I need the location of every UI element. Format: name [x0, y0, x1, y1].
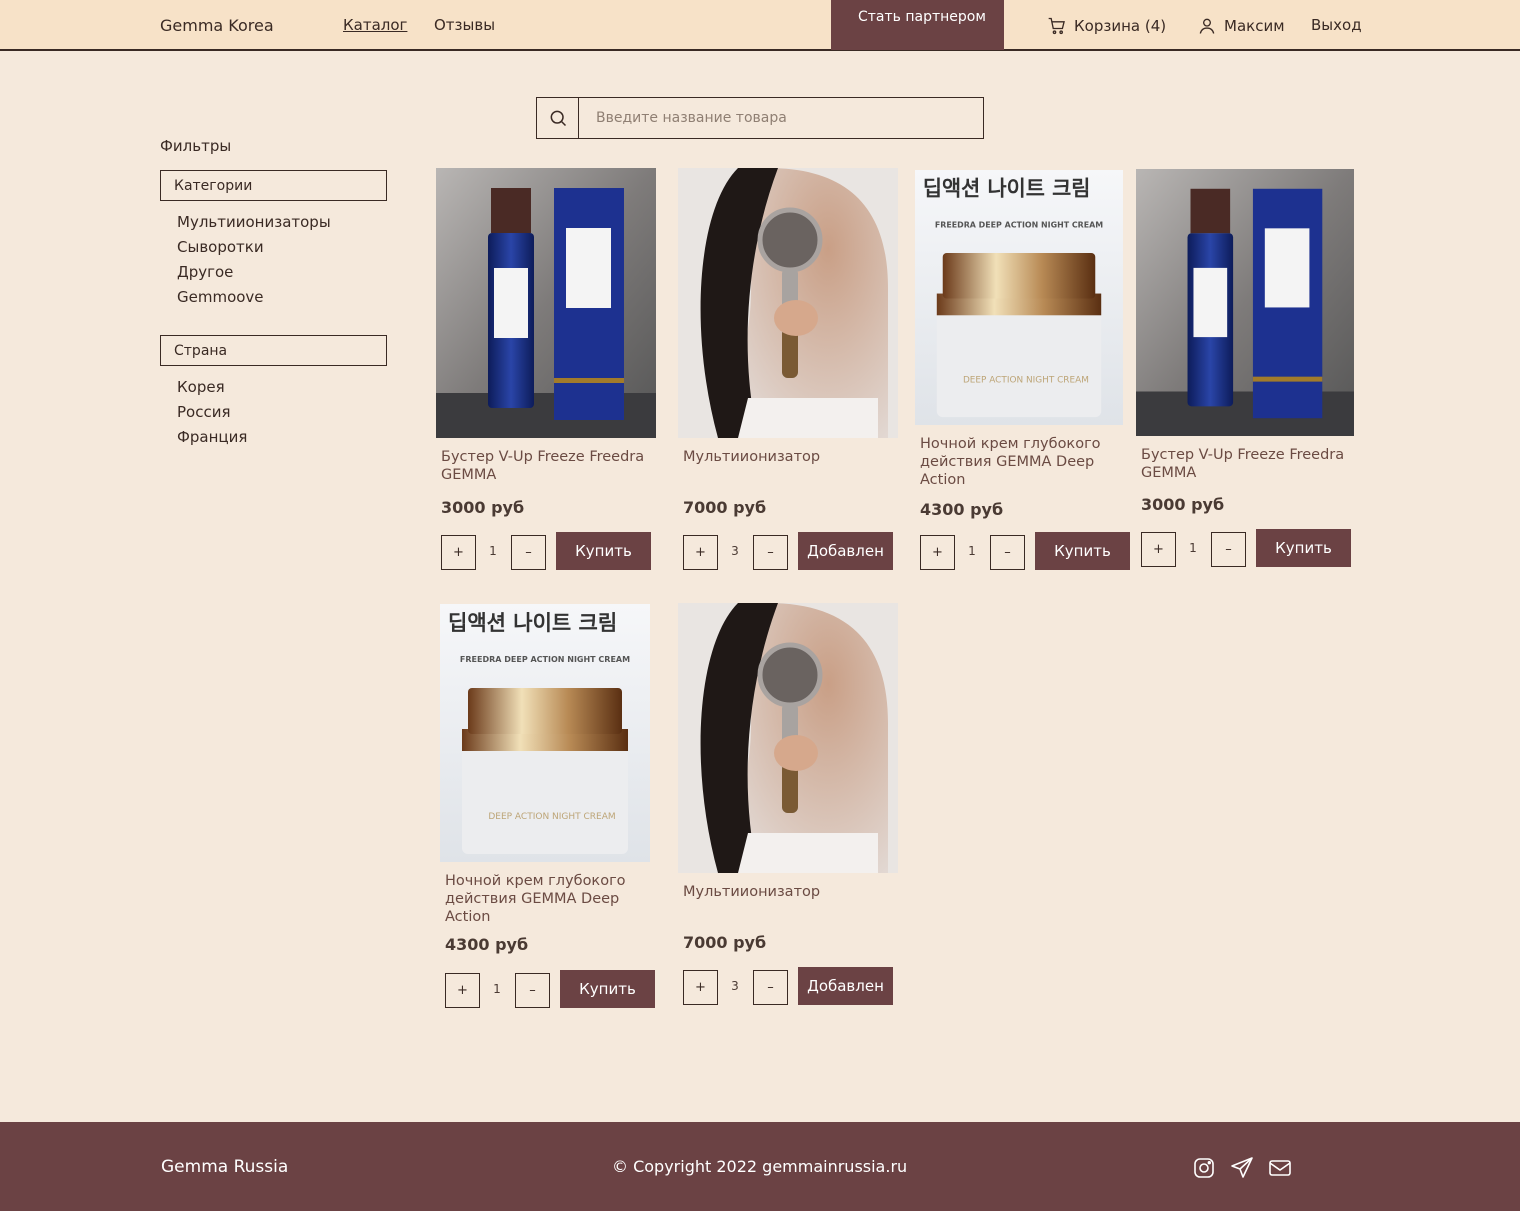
product-image[interactable]	[436, 168, 656, 438]
social-icons	[1192, 1156, 1292, 1180]
category-item[interactable]: Сыворотки	[177, 235, 331, 260]
user-name: Максим	[1224, 17, 1285, 35]
nav-reviews[interactable]: Отзывы	[434, 16, 495, 34]
site-header: Gemma Korea Каталог Отзывы Стать партнер…	[0, 0, 1520, 51]
product-image[interactable]	[678, 168, 898, 438]
quantity-value: 1	[968, 544, 976, 558]
product-price: 3000 руб	[1141, 495, 1225, 514]
increase-quantity-button[interactable]: +	[445, 973, 480, 1008]
buy-button[interactable]: Купить	[1035, 532, 1130, 570]
svg-text:DEEP ACTION NIGHT CREAM: DEEP ACTION NIGHT CREAM	[488, 812, 615, 822]
country-filter[interactable]: Страна	[160, 335, 387, 366]
product-image[interactable]	[1136, 169, 1354, 436]
product-card: 딥액션 나이트 크림 FREEDRA DEEP ACTION NIGHT CRE…	[440, 604, 655, 1014]
quantity-value: 1	[489, 544, 497, 558]
telegram-icon[interactable]	[1230, 1156, 1254, 1180]
category-item[interactable]: Gemmoove	[177, 285, 331, 310]
buy-button[interactable]: Добавлен	[798, 532, 893, 570]
quantity-value: 1	[493, 982, 501, 996]
product-price: 7000 руб	[683, 498, 767, 517]
product-card: Бустер V-Up Freeze Freedra GEMMA 3000 руб…	[1136, 169, 1354, 579]
categories-filter[interactable]: Категории	[160, 170, 387, 201]
user-link[interactable]: Максим	[1197, 16, 1285, 36]
decrease-quantity-button[interactable]: –	[511, 535, 546, 570]
country-list: Корея Россия Франция	[177, 375, 247, 450]
product-image[interactable]	[678, 603, 898, 873]
footer-brand: Gemma Russia	[161, 1157, 289, 1177]
increase-quantity-button[interactable]: +	[920, 535, 955, 570]
decrease-quantity-button[interactable]: –	[753, 535, 788, 570]
categories-list: Мультиионизаторы Сыворотки Другое Gemmoo…	[177, 210, 331, 310]
product-image[interactable]: 딥액션 나이트 크림 FREEDRA DEEP ACTION NIGHT CRE…	[440, 604, 650, 862]
instagram-icon[interactable]	[1192, 1156, 1216, 1180]
product-price: 7000 руб	[683, 933, 767, 952]
quantity-controls: +3– Добавлен	[683, 967, 893, 1005]
become-partner-button[interactable]: Стать партнером	[831, 0, 1004, 50]
svg-text:딥액션 나이트 크림: 딥액션 나이트 크림	[923, 177, 1090, 201]
increase-quantity-button[interactable]: +	[683, 970, 718, 1005]
nav-catalog[interactable]: Каталог	[343, 16, 407, 34]
search-icon[interactable]	[537, 98, 579, 138]
product-price: 4300 руб	[920, 500, 1004, 519]
decrease-quantity-button[interactable]: –	[515, 973, 550, 1008]
product-price: 4300 руб	[445, 935, 529, 954]
category-item[interactable]: Другое	[177, 260, 331, 285]
country-item[interactable]: Франция	[177, 425, 247, 450]
logout-link[interactable]: Выход	[1311, 16, 1362, 34]
cart-link[interactable]: Корзина (4)	[1047, 16, 1166, 36]
product-name[interactable]: Мультиионизатор	[683, 448, 893, 484]
buy-button[interactable]: Купить	[560, 970, 655, 1008]
decrease-quantity-button[interactable]: –	[1211, 532, 1246, 567]
search-input[interactable]	[579, 98, 983, 138]
product-name[interactable]: Бустер V-Up Freeze Freedra GEMMA	[1141, 446, 1349, 482]
quantity-controls: +1– Купить	[445, 970, 655, 1008]
product-name[interactable]: Бустер V-Up Freeze Freedra GEMMA	[441, 448, 651, 484]
quantity-controls: +3– Добавлен	[683, 532, 893, 570]
decrease-quantity-button[interactable]: –	[753, 970, 788, 1005]
country-item[interactable]: Россия	[177, 400, 247, 425]
cart-icon	[1048, 17, 1065, 35]
filters-title: Фильтры	[160, 137, 232, 155]
increase-quantity-button[interactable]: +	[683, 535, 718, 570]
increase-quantity-button[interactable]: +	[1141, 532, 1176, 567]
footer-copyright: © Copyright 2022 gemmainrussia.ru	[612, 1157, 908, 1176]
product-name[interactable]: Мультиионизатор	[683, 883, 893, 919]
quantity-controls: +1– Купить	[1141, 529, 1351, 567]
increase-quantity-button[interactable]: +	[441, 535, 476, 570]
svg-text:FREEDRA DEEP ACTION NIGHT CREA: FREEDRA DEEP ACTION NIGHT CREAM	[460, 655, 630, 664]
product-name[interactable]: Ночной крем глубокого действия GEMMA Dee…	[445, 872, 650, 925]
product-card: 딥액션 나이트 크림 FREEDRA DEEP ACTION NIGHT CRE…	[915, 170, 1130, 580]
cart-label: Корзина (4)	[1074, 17, 1167, 35]
decrease-quantity-button[interactable]: –	[990, 535, 1025, 570]
product-image[interactable]: 딥액션 나이트 크림 FREEDRA DEEP ACTION NIGHT CRE…	[915, 170, 1123, 425]
site-footer: Gemma Russia © Copyright 2022 gemmainrus…	[0, 1122, 1520, 1211]
country-item[interactable]: Корея	[177, 375, 247, 400]
quantity-value: 3	[731, 979, 739, 993]
svg-text:딥액션 나이트 크림: 딥액션 나이트 크림	[448, 611, 617, 635]
mail-icon[interactable]	[1268, 1156, 1292, 1180]
product-card: Мультиионизатор 7000 руб +3– Добавлен	[678, 168, 898, 578]
quantity-controls: +1– Купить	[441, 532, 651, 570]
brand-logo[interactable]: Gemma Korea	[160, 16, 274, 35]
buy-button[interactable]: Купить	[1256, 529, 1351, 567]
user-icon	[1199, 18, 1215, 34]
search-bar	[536, 97, 984, 139]
category-item[interactable]: Мультиионизаторы	[177, 210, 331, 235]
buy-button[interactable]: Добавлен	[798, 967, 893, 1005]
quantity-value: 1	[1189, 541, 1197, 555]
quantity-controls: +1– Купить	[920, 532, 1130, 570]
product-price: 3000 руб	[441, 498, 525, 517]
svg-text:DEEP ACTION NIGHT CREAM: DEEP ACTION NIGHT CREAM	[963, 376, 1089, 386]
product-name[interactable]: Ночной крем глубокого действия GEMMA Dee…	[920, 435, 1125, 488]
product-card: Мультиионизатор 7000 руб +3– Добавлен	[678, 603, 898, 1013]
buy-button[interactable]: Купить	[556, 532, 651, 570]
quantity-value: 3	[731, 544, 739, 558]
svg-text:FREEDRA DEEP ACTION NIGHT CREA: FREEDRA DEEP ACTION NIGHT CREAM	[935, 220, 1103, 229]
product-card: Бустер V-Up Freeze Freedra GEMMA 3000 руб…	[436, 168, 656, 578]
